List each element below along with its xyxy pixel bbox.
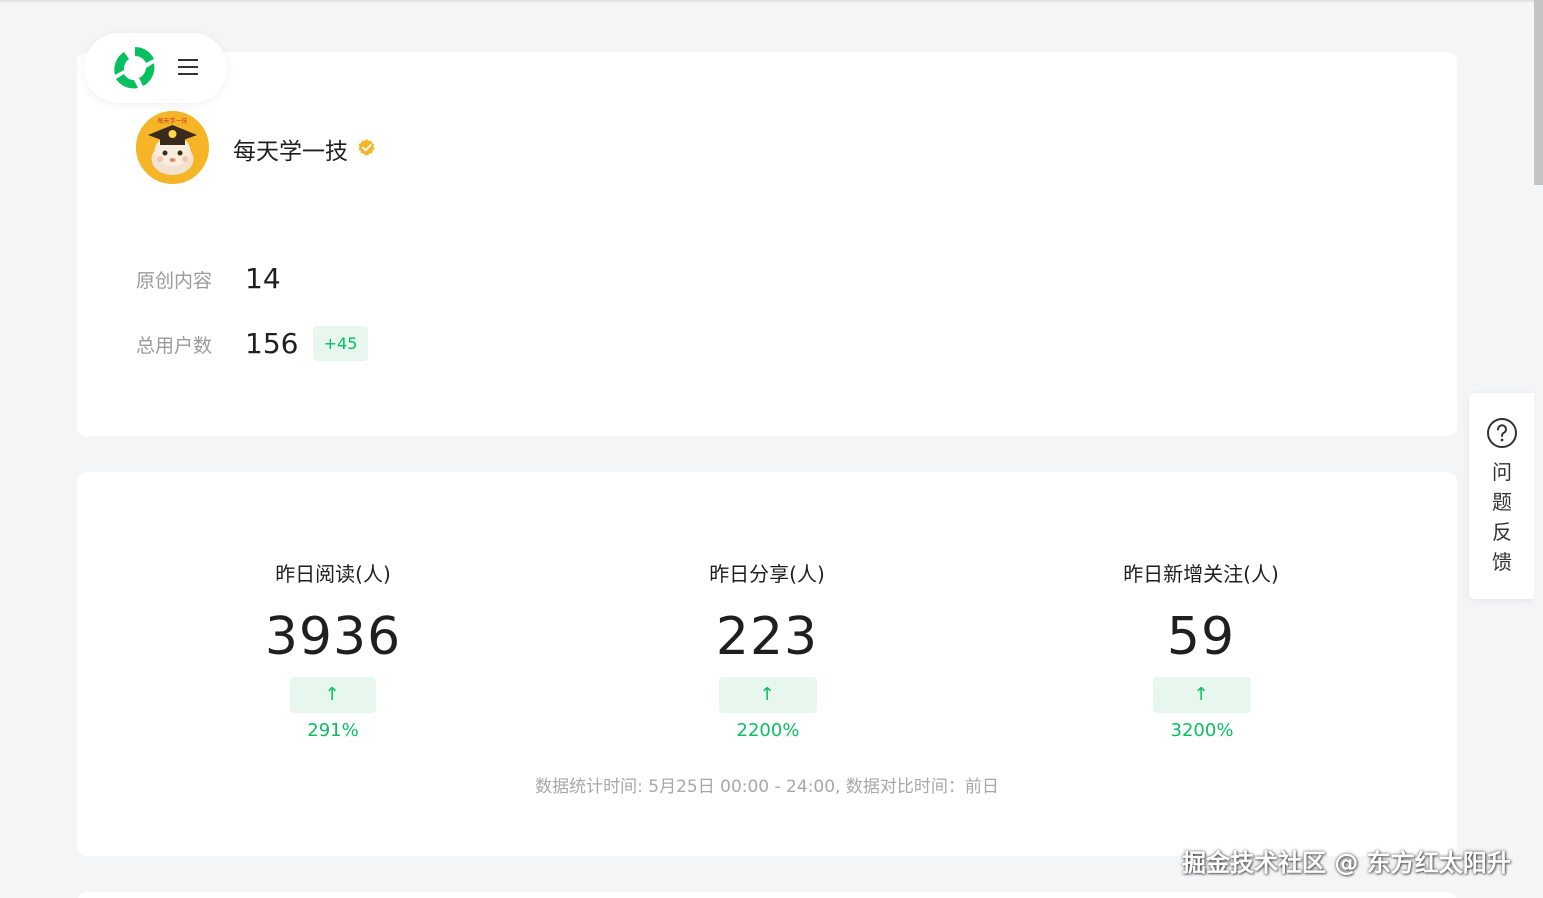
metric-change-badge: ↑ 2200%: [719, 677, 817, 741]
original-content-value: 14: [245, 262, 281, 295]
feedback-char: 问: [1492, 460, 1512, 484]
stats-footnote: 数据统计时间: 5月25日 00:00 - 24:00, 数据对比时间：前日: [535, 777, 999, 797]
feedback-label[interactable]: 问 题 反 馈: [1469, 457, 1535, 577]
metric-change: 291%: [307, 720, 359, 741]
scrollbar-thumb[interactable]: [1534, 0, 1543, 185]
logo-menu-pill[interactable]: [84, 33, 227, 103]
total-users-delta-badge: +45: [313, 326, 368, 361]
profile-card: 每天学一技 每天学一技 原创内容 14 总用户数 156 +45: [77, 52, 1457, 436]
account-avatar[interactable]: 每天学一技: [136, 111, 209, 184]
feedback-char: 题: [1492, 490, 1512, 514]
verified-badge-icon: [358, 138, 375, 156]
feedback-button[interactable]: 问 题 反 馈: [1469, 393, 1535, 599]
feedback-char: 反: [1492, 520, 1512, 544]
metric-value: 3936: [264, 607, 402, 667]
original-content-label: 原创内容: [136, 270, 213, 292]
top-border: [0, 0, 1543, 2]
next-card: [77, 892, 1457, 898]
total-users-value: 156: [245, 327, 299, 360]
avatar-illustration: 每天学一技: [136, 111, 209, 184]
account-name: 每天学一技: [233, 139, 348, 165]
metric-value: 59: [1166, 607, 1236, 667]
watermark: 掘金技术社区 @ 东方红太阳升: [1182, 849, 1511, 877]
feedback-char: 馈: [1492, 550, 1512, 574]
up-arrow-icon: ↑: [759, 684, 775, 705]
metric-value: 223: [715, 607, 819, 667]
metric-label: 昨日阅读(人): [275, 562, 391, 586]
stats-card: 昨日阅读(人) 3936 ↑ 291% 昨日分享(人) 223 ↑ 2200% 昨日…: [77, 472, 1457, 856]
avatar-text: 每天学一技: [157, 117, 187, 125]
question-circle-icon[interactable]: [1486, 417, 1518, 449]
metric-change: 2200%: [736, 720, 800, 741]
up-arrow-icon: ↑: [324, 684, 340, 705]
metric-change: 3200%: [1170, 720, 1234, 741]
page-scrollbar[interactable]: [1534, 0, 1543, 898]
total-users-label: 总用户数: [136, 335, 213, 357]
metric-change-badge: ↑ 3200%: [1153, 677, 1251, 741]
hamburger-menu-icon[interactable]: [178, 59, 198, 75]
metric-label: 昨日新增关注(人): [1123, 562, 1279, 586]
up-arrow-icon: ↑: [1193, 684, 1209, 705]
brand-logo-icon[interactable]: [110, 43, 160, 93]
metric-change-badge: ↑ 291%: [290, 677, 376, 741]
metric-label: 昨日分享(人): [709, 562, 825, 586]
